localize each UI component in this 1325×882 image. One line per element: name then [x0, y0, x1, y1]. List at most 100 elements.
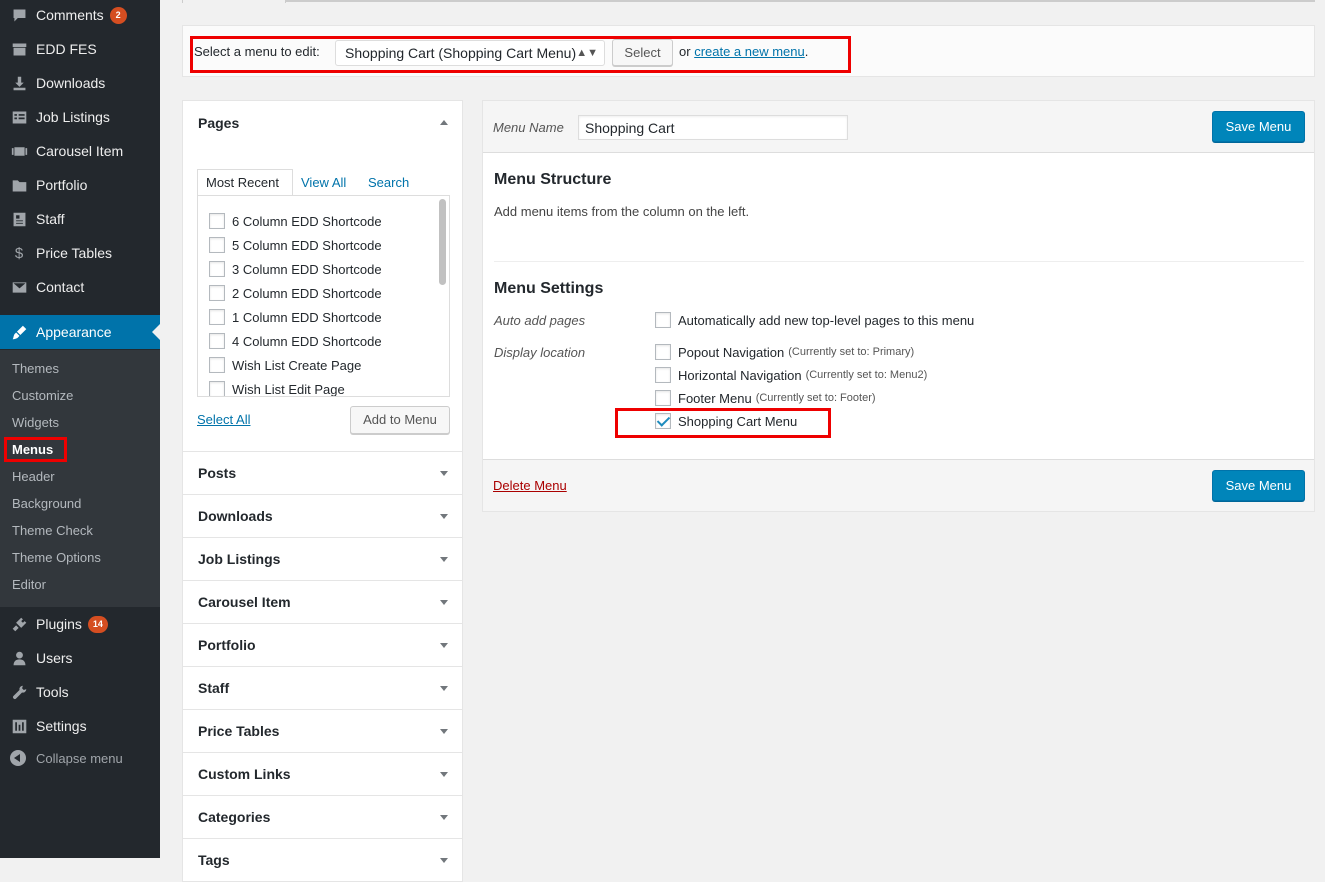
- save-menu-button-bottom[interactable]: Save Menu: [1212, 470, 1305, 501]
- menu-name-input[interactable]: [578, 115, 848, 140]
- accordion-staff[interactable]: Staff: [182, 667, 463, 710]
- sidebar-item-portfolio[interactable]: Portfolio: [0, 168, 160, 202]
- checkbox[interactable]: [209, 237, 225, 253]
- accordion-label: Portfolio: [198, 637, 256, 653]
- list-item[interactable]: Wish List Create Page: [209, 357, 361, 373]
- pages-checklist[interactable]: 6 Column EDD Shortcode 5 Column EDD Shor…: [197, 195, 450, 397]
- sidebar-item-edd-fes[interactable]: EDD FES: [0, 32, 160, 66]
- sidebar-item-label: Comments: [36, 7, 104, 23]
- save-menu-button-top[interactable]: Save Menu: [1212, 111, 1305, 142]
- checkbox[interactable]: [209, 381, 225, 396]
- location-popout-navigation[interactable]: Popout Navigation (Currently set to: Pri…: [655, 344, 914, 360]
- location-shopping-cart-menu[interactable]: Shopping Cart Menu: [655, 413, 797, 429]
- checkbox[interactable]: [209, 333, 225, 349]
- list-item[interactable]: Wish List Edit Page: [209, 381, 345, 396]
- sidebar-item-tools[interactable]: Tools: [0, 675, 160, 709]
- add-to-menu-button[interactable]: Add to Menu: [350, 406, 450, 434]
- accordion-carousel-item[interactable]: Carousel Item: [182, 581, 463, 624]
- sidebar-item-comments[interactable]: Comments 2: [0, 0, 160, 32]
- accordion-downloads[interactable]: Downloads: [182, 495, 463, 538]
- collapse-menu-button[interactable]: Collapse menu: [10, 750, 123, 766]
- list-scrollbar[interactable]: [439, 199, 446, 285]
- submenu-customize[interactable]: Customize: [12, 388, 73, 403]
- expand-down-icon: [440, 729, 448, 734]
- list-item[interactable]: 4 Column EDD Shortcode: [209, 333, 382, 349]
- sidebar-item-label: Plugins: [36, 616, 82, 632]
- create-new-menu-link[interactable]: create a new menu: [694, 44, 805, 59]
- select-all-link[interactable]: Select All: [197, 412, 250, 427]
- location-checkbox[interactable]: [655, 390, 671, 406]
- sidebar-item-users[interactable]: Users: [0, 641, 160, 675]
- accordion-portfolio[interactable]: Portfolio: [182, 624, 463, 667]
- wrench-icon: [10, 683, 28, 701]
- list-item[interactable]: 2 Column EDD Shortcode: [209, 285, 382, 301]
- list-item[interactable]: 3 Column EDD Shortcode: [209, 261, 382, 277]
- checkbox[interactable]: [209, 261, 225, 277]
- list-item[interactable]: 6 Column EDD Shortcode: [209, 213, 382, 229]
- submenu-theme-check[interactable]: Theme Check: [12, 523, 93, 538]
- location-footer-menu[interactable]: Footer Menu (Currently set to: Footer): [655, 390, 876, 406]
- submenu-editor[interactable]: Editor: [12, 577, 46, 592]
- sidebar-item-job-listings[interactable]: Job Listings: [0, 100, 160, 134]
- accordion-tags[interactable]: Tags: [182, 839, 463, 882]
- collapse-up-icon[interactable]: [440, 120, 448, 125]
- select-menu-label: Select a menu to edit:: [194, 44, 320, 59]
- auto-add-checkbox[interactable]: [655, 312, 671, 328]
- nav-tab-edit-menus[interactable]: [182, 0, 286, 3]
- tab-search[interactable]: Search: [368, 175, 409, 190]
- location-horizontal-navigation[interactable]: Horizontal Navigation (Currently set to:…: [655, 367, 927, 383]
- sidebar-item-carousel-item[interactable]: Carousel Item: [0, 134, 160, 168]
- tab-most-recent[interactable]: Most Recent: [197, 169, 293, 196]
- expand-down-icon: [440, 815, 448, 820]
- submenu-widgets[interactable]: Widgets: [12, 415, 59, 430]
- menu-select-dropdown[interactable]: Shopping Cart (Shopping Cart Menu) ▲▼: [335, 40, 605, 66]
- submenu-themes[interactable]: Themes: [12, 361, 59, 376]
- accordion-posts[interactable]: Posts: [182, 452, 463, 495]
- accordion-custom-links[interactable]: Custom Links: [182, 753, 463, 796]
- admin-sidebar: Comments 2 EDD FES Downloads Job Listing…: [0, 0, 160, 858]
- accordion-label: Carousel Item: [198, 594, 291, 610]
- checkbox[interactable]: [209, 309, 225, 325]
- accordion-job-listings[interactable]: Job Listings: [182, 538, 463, 581]
- submenu-background[interactable]: Background: [12, 496, 81, 511]
- pages-box-title[interactable]: Pages: [198, 115, 239, 131]
- sidebar-item-label: Users: [36, 650, 73, 666]
- checkbox[interactable]: [209, 357, 225, 373]
- delete-menu-link[interactable]: Delete Menu: [493, 478, 567, 493]
- sidebar-item-appearance[interactable]: Appearance: [0, 315, 160, 349]
- sidebar-item-label: Tools: [36, 684, 69, 700]
- auto-add-pages-option[interactable]: Automatically add new top-level pages to…: [655, 312, 974, 328]
- list-item[interactable]: 1 Column EDD Shortcode: [209, 309, 382, 325]
- accordion-label: Posts: [198, 465, 237, 481]
- sidebar-item-contact[interactable]: Contact: [0, 270, 160, 304]
- page-label: 4 Column EDD Shortcode: [232, 333, 382, 349]
- submenu-header[interactable]: Header: [12, 469, 55, 484]
- auto-add-text: Automatically add new top-level pages to…: [678, 312, 975, 328]
- sidebar-item-price-tables[interactable]: $ Price Tables: [0, 236, 160, 270]
- accordion-price-tables[interactable]: Price Tables: [182, 710, 463, 753]
- location-checkbox[interactable]: [655, 367, 671, 383]
- sidebar-item-staff[interactable]: Staff: [0, 202, 160, 236]
- sidebar-item-plugins[interactable]: Plugins 14: [0, 607, 160, 641]
- location-checkbox[interactable]: [655, 344, 671, 360]
- sidebar-item-downloads[interactable]: Downloads: [0, 66, 160, 100]
- list-item[interactable]: 5 Column EDD Shortcode: [209, 237, 382, 253]
- submenu-theme-options[interactable]: Theme Options: [12, 550, 101, 565]
- sidebar-item-label: Carousel Item: [36, 143, 124, 159]
- expand-down-icon: [440, 514, 448, 519]
- checkbox[interactable]: [209, 285, 225, 301]
- submenu-menus[interactable]: Menus: [12, 442, 53, 457]
- location-name: Shopping Cart Menu: [678, 413, 798, 429]
- accordion-label: Price Tables: [198, 723, 280, 739]
- mail-icon: [10, 278, 28, 296]
- menu-edit-footer: Delete Menu Save Menu: [483, 459, 1314, 511]
- collapse-menu-label: Collapse menu: [36, 750, 123, 766]
- accordion-categories[interactable]: Categories: [182, 796, 463, 839]
- sidebar-item-settings[interactable]: Settings: [0, 709, 160, 743]
- tab-view-all[interactable]: View All: [301, 175, 346, 190]
- select-button[interactable]: Select: [612, 39, 673, 66]
- location-checkbox-checked[interactable]: [655, 413, 671, 429]
- checkbox[interactable]: [209, 213, 225, 229]
- location-name: Popout Navigation: [678, 344, 785, 360]
- slides-icon: [10, 142, 28, 160]
